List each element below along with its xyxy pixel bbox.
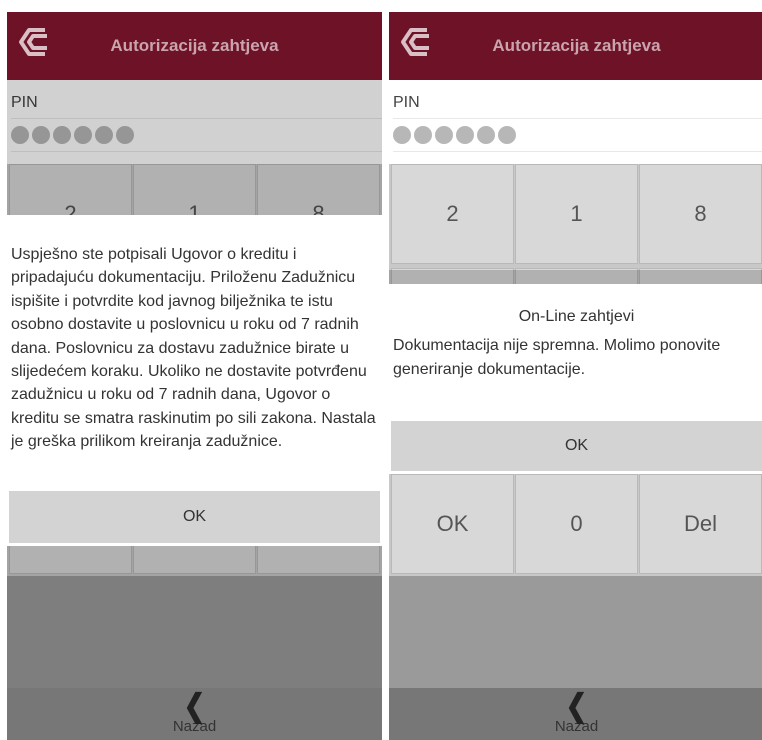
back-button[interactable]: ❮ Nazad bbox=[7, 688, 382, 740]
app-header: Autorizacija zahtjeva bbox=[7, 12, 382, 80]
pin-label: PIN bbox=[393, 94, 420, 111]
pin-dot bbox=[393, 126, 411, 144]
pin-dot bbox=[414, 126, 432, 144]
back-button[interactable]: ❮ Nazad bbox=[389, 688, 762, 740]
pin-section: PIN bbox=[389, 80, 762, 164]
chevron-left-icon: ❮ bbox=[565, 686, 588, 723]
chevron-left-icon: ❮ bbox=[183, 686, 206, 723]
alert-dialog: Uspješno ste potpisali Ugovor o kreditu … bbox=[7, 215, 382, 546]
pin-field[interactable] bbox=[393, 118, 762, 152]
pin-dot bbox=[456, 126, 474, 144]
ok-button[interactable]: OK bbox=[391, 421, 762, 471]
pin-dot bbox=[477, 126, 495, 144]
phone-screen-right: Autorizacija zahtjeva PIN 2 1 8 OK 0 Del… bbox=[389, 12, 762, 740]
dialog-message: Dokumentacija nije spremna. Molimo ponov… bbox=[393, 337, 721, 378]
page-title: Autorizacija zahtjeva bbox=[110, 36, 279, 55]
key-ok[interactable]: OK bbox=[391, 474, 514, 574]
pin-dot bbox=[498, 126, 516, 144]
key-del[interactable]: Del bbox=[639, 474, 762, 574]
app-header: Autorizacija zahtjeva bbox=[389, 12, 762, 80]
phone-screen-left: Autorizacija zahtjeva PIN 2 1 8 ❮ Nazad … bbox=[7, 12, 382, 740]
pin-dot bbox=[435, 126, 453, 144]
bank-logo-icon bbox=[401, 28, 429, 56]
key-8[interactable]: 8 bbox=[639, 164, 762, 264]
key-0[interactable]: 0 bbox=[515, 474, 638, 574]
key-2[interactable]: 2 bbox=[391, 164, 514, 264]
key-1[interactable]: 1 bbox=[515, 164, 638, 264]
dialog-message: Uspješno ste potpisali Ugovor o kreditu … bbox=[11, 246, 376, 451]
alert-dialog: On-Line zahtjevi Dokumentacija nije spre… bbox=[389, 284, 762, 474]
bank-logo-icon bbox=[19, 28, 47, 56]
page-title: Autorizacija zahtjeva bbox=[492, 36, 661, 55]
dialog-title: On-Line zahtjevi bbox=[518, 308, 635, 325]
ok-button[interactable]: OK bbox=[9, 491, 380, 543]
